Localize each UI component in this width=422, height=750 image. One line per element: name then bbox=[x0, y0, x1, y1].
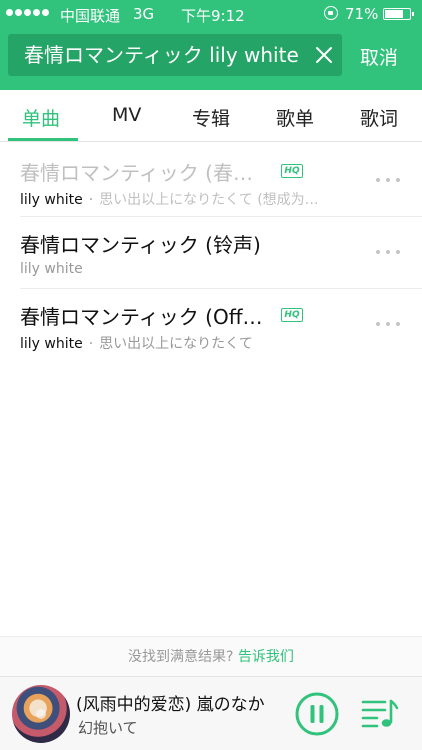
tab-albums[interactable]: 专辑 bbox=[192, 104, 230, 131]
album-name: 思い出以上になりたくて (想成为… bbox=[99, 192, 319, 208]
song-title: 春情ロマンティック (Off… bbox=[20, 305, 263, 329]
tab-lyrics[interactable]: 歌词 bbox=[360, 104, 398, 131]
network-type: 3G bbox=[133, 5, 155, 23]
tab-songs[interactable]: 单曲 bbox=[22, 104, 60, 131]
song-meta: lily white · 思い出以上になりたくて (想成为… bbox=[20, 189, 319, 209]
meta-separator: · bbox=[88, 336, 94, 352]
tab-playlists[interactable]: 歌单 bbox=[276, 104, 314, 131]
battery-icon bbox=[383, 8, 414, 20]
song-title: 春情ロマンティック (春… bbox=[20, 161, 253, 185]
hq-badge: HQ bbox=[281, 164, 303, 178]
feedback-link[interactable]: 告诉我们 bbox=[238, 649, 294, 665]
more-options-icon[interactable] bbox=[376, 250, 402, 256]
tab-bar: 单曲 MV 专辑 歌单 歌词 bbox=[0, 90, 422, 142]
mini-player[interactable]: (风雨中的爱恋) 嵐のなか 幻抱いて bbox=[0, 676, 422, 750]
song-title: 春情ロマンティック (铃声) bbox=[20, 233, 261, 257]
pause-button[interactable] bbox=[295, 692, 339, 736]
active-tab-indicator bbox=[8, 138, 78, 141]
more-options-icon[interactable] bbox=[376, 322, 402, 328]
artist-name: lily white bbox=[20, 261, 83, 277]
list-item[interactable]: 春情ロマンティック (铃声) lily white bbox=[0, 217, 422, 289]
battery-fill bbox=[385, 10, 404, 18]
feedback-prompt: 没找到满意结果? bbox=[128, 649, 234, 665]
status-time: 下午9:12 bbox=[181, 7, 245, 25]
playlist-icon[interactable] bbox=[361, 697, 399, 731]
meta-separator: · bbox=[88, 192, 94, 208]
song-meta: lily white · 思い出以上になりたくて bbox=[20, 333, 253, 353]
list-item[interactable]: 春情ロマンティック (春… HQ lily white · 思い出以上になりたくて … bbox=[0, 145, 422, 217]
tab-mv[interactable]: MV bbox=[112, 104, 141, 126]
album-cover[interactable] bbox=[12, 685, 70, 743]
clear-icon[interactable] bbox=[314, 45, 334, 65]
header: 中国联通 3G 下午9:12 71% 取消 bbox=[0, 0, 422, 90]
rotation-lock-icon bbox=[324, 6, 338, 20]
carrier-name: 中国联通 bbox=[60, 7, 121, 25]
now-playing-title: (风雨中的爱恋) 嵐のなか bbox=[76, 695, 265, 715]
artist-name: lily white bbox=[20, 336, 83, 352]
now-playing-subtitle: 幻抱いて bbox=[78, 719, 138, 737]
artist-name: lily white bbox=[20, 192, 83, 208]
search-input[interactable] bbox=[24, 34, 304, 76]
search-box bbox=[8, 34, 342, 76]
list-item[interactable]: 春情ロマンティック (Off… HQ lily white · 思い出以上になりたく… bbox=[0, 289, 422, 361]
status-bar: 中国联通 3G 下午9:12 71% bbox=[0, 0, 422, 28]
song-meta: lily white bbox=[20, 261, 83, 277]
feedback-bar: 没找到满意结果? 告诉我们 bbox=[0, 636, 422, 676]
battery-percent: 71% bbox=[345, 5, 379, 23]
more-options-icon[interactable] bbox=[376, 178, 402, 184]
cancel-button[interactable]: 取消 bbox=[360, 43, 398, 70]
hq-badge: HQ bbox=[281, 308, 303, 322]
signal-strength-icon bbox=[6, 9, 49, 16]
album-name: 思い出以上になりたくて bbox=[99, 336, 253, 352]
